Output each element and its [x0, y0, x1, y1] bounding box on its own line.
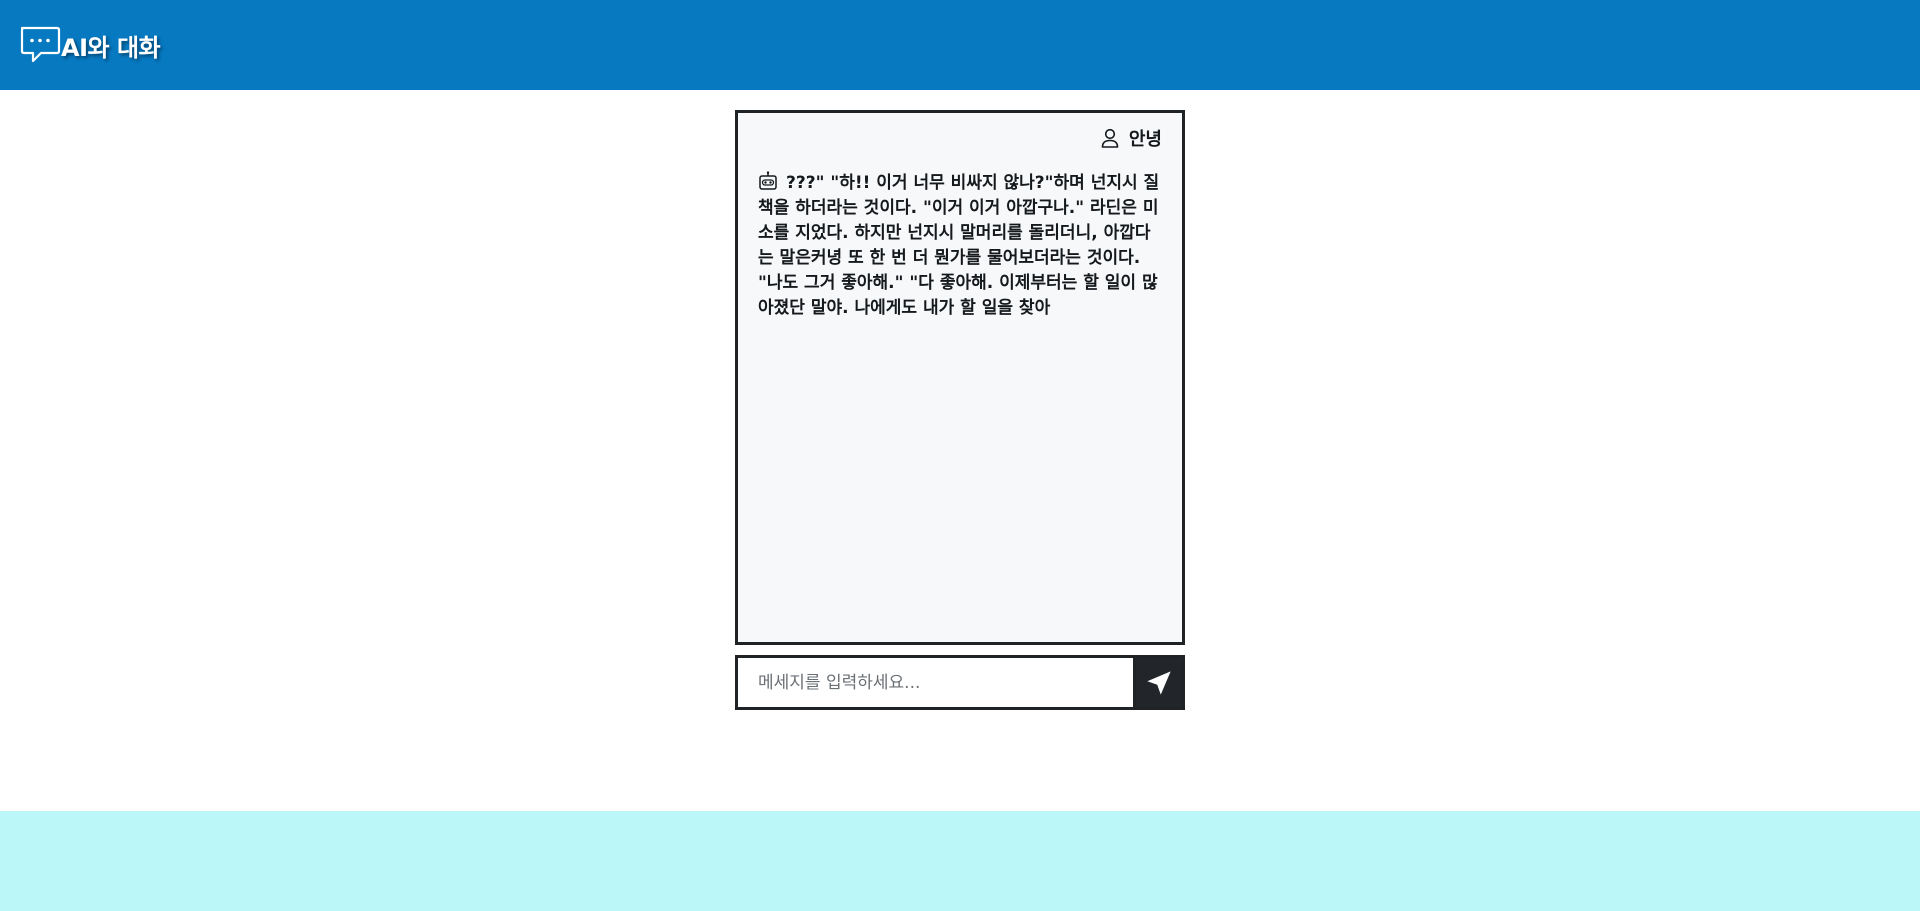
- message-input[interactable]: [735, 655, 1133, 710]
- bot-message-text: ???" "하!! 이거 너무 비싸지 않나?"하며 넌지시 질책을 하더라는 …: [758, 173, 1160, 318]
- robot-icon: [758, 171, 778, 191]
- chat-window: 안녕 ???" "하!! 이거 너무 비싸지 않나?"하며 넌지시 질책을 하더…: [735, 110, 1185, 645]
- message-form: [735, 655, 1185, 710]
- user-message-text: 안녕: [1128, 129, 1162, 150]
- send-button[interactable]: [1133, 655, 1185, 710]
- app-title: AI와 대화: [61, 33, 161, 62]
- user-message: 안녕: [758, 125, 1162, 151]
- send-arrow-icon: [1147, 670, 1171, 695]
- top-navbar: AI와 대화: [0, 0, 1920, 90]
- footer: [0, 811, 1920, 911]
- brand[interactable]: AI와 대화: [19, 25, 161, 65]
- bot-message: ???" "하!! 이거 너무 비싸지 않나?"하며 넌지시 질책을 하더라는 …: [758, 171, 1162, 321]
- chat-bubble-icon: [19, 25, 61, 65]
- person-icon: [1101, 128, 1119, 148]
